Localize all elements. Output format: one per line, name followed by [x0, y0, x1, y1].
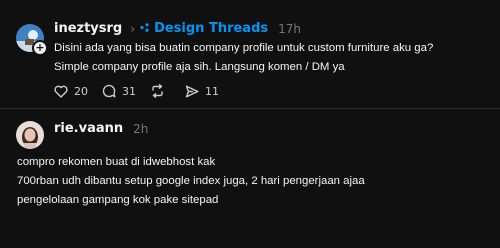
reply-header: rie.vaann 2h — [54, 121, 148, 136]
reply-body: compro rekomen buat di idwebhost kak 700… — [17, 153, 365, 210]
share-count: 11 — [205, 84, 219, 98]
like-count: 20 — [74, 84, 88, 98]
comment-icon — [102, 84, 116, 98]
comment-button[interactable]: 31 — [102, 84, 136, 98]
username[interactable]: ineztysrg — [54, 21, 122, 36]
chevron-right-icon: › — [130, 21, 136, 36]
community-link[interactable]: Design Threads — [154, 21, 268, 36]
repost-button[interactable] — [150, 84, 171, 98]
follow-plus-icon[interactable]: + — [32, 40, 48, 56]
share-icon — [185, 85, 199, 97]
repost-icon — [152, 84, 163, 98]
post-body: Disini ada yang bisa buatin company prof… — [54, 39, 433, 77]
share-button[interactable]: 11 — [185, 85, 219, 98]
post-header: ineztysrg › Design Threads 17h — [54, 21, 301, 36]
thread-post: + ineztysrg › Design Threads 17h Disini … — [0, 0, 500, 108]
username[interactable]: rie.vaann — [54, 121, 123, 136]
post-text-line: Simple company profile aja sih. Langsung… — [54, 61, 345, 73]
like-button[interactable]: 20 — [54, 85, 88, 98]
post-actions: 20 31 11 — [54, 84, 233, 98]
comment-count: 31 — [122, 84, 136, 98]
reply-text-line: compro rekomen buat di idwebhost kak — [17, 156, 216, 168]
timestamp: 17h — [278, 21, 301, 36]
avatar[interactable] — [16, 121, 44, 149]
threads-icon — [139, 22, 150, 36]
timestamp: 2h — [133, 121, 149, 136]
reply-text-line: pengelolaan gampang kok pake sitepad — [17, 194, 219, 206]
reply-post: rie.vaann 2h compro rekomen buat di idwe… — [0, 109, 500, 248]
post-text-line: Disini ada yang bisa buatin company prof… — [54, 42, 434, 54]
reply-text-line: 700rban udh dibantu setup google index j… — [17, 175, 365, 187]
heart-icon — [54, 85, 68, 98]
